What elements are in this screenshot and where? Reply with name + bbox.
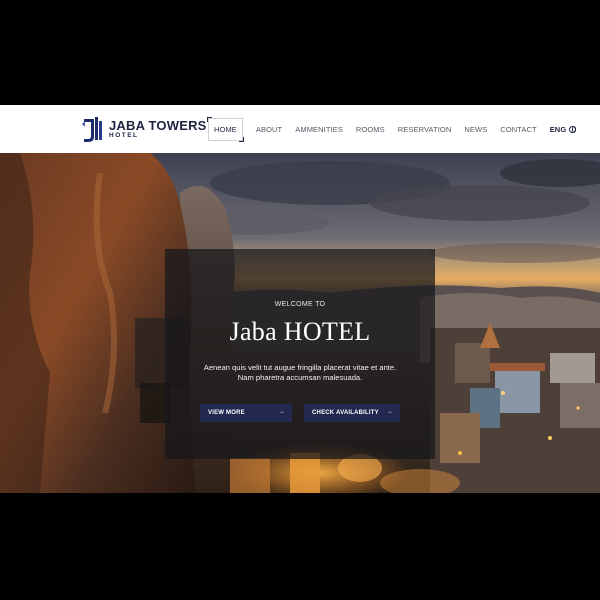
nav-item-about[interactable]: ABOUT: [256, 125, 282, 134]
nav-item-rooms[interactable]: ROOMS: [356, 125, 385, 134]
check-availability-label: CHECK AVAILABILITY: [312, 410, 379, 416]
hero-tagline-line-1: Aenean quis velit tut augue fringilla pl…: [203, 363, 397, 372]
hero-title: Jaba HOTEL: [229, 317, 371, 346]
arrow-right-icon: →: [278, 409, 285, 415]
nav-item-news[interactable]: NEWS: [464, 125, 487, 134]
brand-subtitle: HOTEL: [109, 131, 139, 139]
hotel-website: JABA TOWERS HOTEL HOME ABOUT AMMENITIES …: [0, 105, 600, 493]
view-more-button[interactable]: VIEW MORE →: [200, 404, 292, 422]
nav-item-home[interactable]: HOME: [207, 116, 244, 142]
brand-name: JABA TOWERS: [109, 117, 207, 133]
language-selector[interactable]: ENG: [550, 125, 577, 134]
check-availability-button[interactable]: CHECK AVAILABILITY →: [304, 404, 400, 422]
main-navigation: HOME ABOUT AMMENITIES ROOMS RESERVATION …: [207, 105, 589, 153]
nav-item-reservation[interactable]: RESERVATION: [398, 125, 452, 134]
nav-item-ammenities[interactable]: AMMENITIES: [295, 125, 343, 134]
arrow-right-icon: →: [386, 409, 393, 415]
language-label: ENG: [549, 124, 567, 134]
brand-logo[interactable]: JABA TOWERS HOTEL: [82, 114, 207, 144]
view-more-label: VIEW MORE: [208, 410, 245, 416]
nav-item-contact[interactable]: CONTACT: [500, 125, 536, 134]
hero-tagline-line-2: Nam pharetra accumsan malesuada.: [237, 373, 363, 382]
hero-welcome-text: WELCOME TO: [274, 301, 326, 308]
hero-tagline: Aenean quis velit tut augue fringilla pl…: [185, 363, 415, 383]
logo-mark-icon: [82, 115, 104, 143]
globe-icon: [569, 125, 577, 133]
site-header: JABA TOWERS HOTEL HOME ABOUT AMMENITIES …: [0, 105, 600, 153]
hero-overlay-panel: WELCOME TO Jaba HOTEL Aenean quis velit …: [165, 249, 435, 459]
hero-banner: WELCOME TO Jaba HOTEL Aenean quis velit …: [0, 153, 600, 493]
